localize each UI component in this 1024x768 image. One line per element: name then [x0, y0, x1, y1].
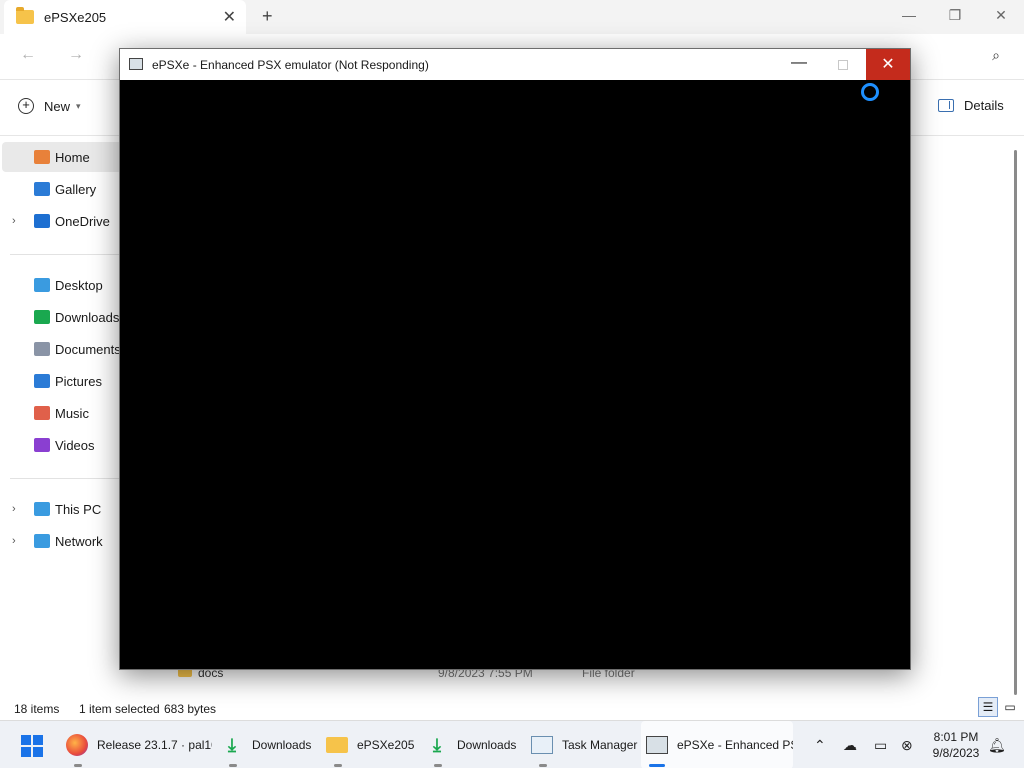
- details-pane-icon: [938, 99, 954, 112]
- volume-muted-icon[interactable]: ⊗: [901, 721, 913, 768]
- chevron-right-icon[interactable]: ›: [12, 503, 16, 515]
- scrollbar[interactable]: [1014, 150, 1017, 695]
- desktop-icon: [34, 278, 50, 292]
- close-tab-icon[interactable]: ✕: [223, 7, 236, 27]
- sidebar-item-label: Music: [55, 405, 89, 421]
- taskbar-item-task-manager[interactable]: Task Manager: [531, 721, 641, 768]
- active-indicator: [649, 764, 665, 767]
- epsxe-window[interactable]: ePSXe - Enhanced PSX emulator (Not Respo…: [119, 48, 911, 670]
- onedrive-offline-icon[interactable]: ☁: [843, 721, 857, 768]
- folder-icon: [16, 7, 34, 24]
- taskbar-item-firefox[interactable]: Release 23.1.7 · pal10(: [66, 721, 212, 768]
- search-icon[interactable]: ⌕: [992, 47, 1000, 64]
- chevron-down-icon: ▾: [76, 100, 81, 111]
- running-indicator: [334, 764, 342, 767]
- download-icon: [34, 310, 50, 324]
- chevron-right-icon[interactable]: ›: [12, 215, 16, 227]
- item-count: 18 items: [14, 702, 60, 716]
- maximize-icon[interactable]: [821, 51, 865, 79]
- selected-size: 683 bytes: [164, 702, 217, 716]
- pictures-icon: [34, 374, 50, 388]
- chevron-right-icon[interactable]: ›: [12, 535, 16, 547]
- sidebar-item-label: Desktop: [55, 277, 103, 293]
- sidebar-item-label: Gallery: [55, 181, 97, 197]
- videos-icon: [34, 438, 50, 452]
- running-indicator: [434, 764, 442, 767]
- computer-icon: [34, 502, 50, 516]
- details-button[interactable]: Details: [938, 98, 1004, 113]
- details-label: Details: [964, 98, 1004, 113]
- details-view-icon[interactable]: ☰: [978, 697, 998, 717]
- tab-title: ePSXe205: [44, 9, 107, 25]
- explorer-tab[interactable]: ePSXe205 ✕: [4, 0, 246, 34]
- taskbar-item-label: Task Manager: [562, 738, 638, 752]
- clock-time: 8:01 PM: [933, 730, 979, 744]
- show-hidden-icons-chevron-up-icon[interactable]: ⌃: [814, 721, 826, 768]
- close-icon[interactable]: ✕: [978, 0, 1024, 34]
- taskbar-item-label: ePSXe - Enhanced PS: [677, 738, 793, 752]
- running-indicator: [539, 764, 547, 767]
- taskbar-item-downloads-2[interactable]: ⤓ Downloads: [426, 721, 526, 768]
- new-label: New: [44, 98, 71, 114]
- music-icon: [34, 406, 50, 420]
- taskbar-item-explorer[interactable]: ePSXe205: [326, 721, 426, 768]
- taskbar: Release 23.1.7 · pal10( ⤓ Downloads ePSX…: [0, 720, 1024, 768]
- plus-icon: +: [18, 98, 34, 114]
- download-icon: ⤓: [228, 734, 236, 755]
- running-indicator: [74, 764, 82, 767]
- sidebar-item-label: Videos: [55, 437, 95, 453]
- taskbar-item-label: Downloads: [252, 738, 312, 752]
- taskbar-item-label: Release 23.1.7 · pal10(: [97, 738, 212, 752]
- gallery-icon: [34, 182, 50, 196]
- epsxe-title-bar[interactable]: ePSXe - Enhanced PSX emulator (Not Respo…: [120, 49, 910, 80]
- epsxe-icon: [646, 736, 668, 754]
- clock[interactable]: 8:01 PM 9/8/2023: [928, 729, 984, 761]
- sidebar-item-label: Pictures: [55, 373, 102, 389]
- taskbar-item-downloads-1[interactable]: ⤓ Downloads: [221, 721, 321, 768]
- folder-icon: [326, 737, 348, 753]
- forward-arrow-icon[interactable]: →: [68, 46, 84, 64]
- network-icon: [34, 534, 50, 548]
- download-icon: ⤓: [433, 734, 441, 755]
- busy-cursor-icon: [861, 83, 879, 101]
- documents-icon: [34, 342, 50, 356]
- task-manager-icon: [531, 736, 553, 754]
- new-tab-icon[interactable]: +: [262, 6, 273, 27]
- maximize-icon[interactable]: ❐: [932, 0, 978, 34]
- taskbar-item-label: ePSXe205: [357, 738, 415, 752]
- sidebar-item-label: Downloads: [55, 309, 120, 325]
- start-icon[interactable]: [21, 735, 43, 757]
- back-arrow-icon[interactable]: ←: [20, 46, 36, 64]
- sidebar-item-label: This PC: [55, 501, 102, 517]
- cloud-icon: [34, 214, 50, 228]
- firefox-icon: [66, 734, 88, 756]
- sidebar-item-label: OneDrive: [55, 213, 110, 229]
- view-switcher: ☰ ▭: [976, 697, 1020, 717]
- new-button[interactable]: + New ▾: [18, 98, 81, 114]
- home-icon: [34, 150, 50, 164]
- sidebar-item-label: Home: [55, 149, 90, 165]
- status-bar: 18 items 1 item selected 683 bytes ☰ ▭: [0, 697, 1024, 720]
- tiles-view-icon[interactable]: ▭: [1000, 697, 1020, 717]
- network-icon[interactable]: ▭: [874, 721, 887, 768]
- minimize-icon[interactable]: —: [777, 51, 821, 79]
- minimize-icon[interactable]: —: [886, 0, 932, 34]
- close-icon[interactable]: ✕: [866, 49, 910, 80]
- explorer-tab-bar: ePSXe205 ✕ + — ❐ ✕: [0, 0, 1024, 34]
- selected-count: 1 item selected: [79, 702, 160, 716]
- notification-bell-icon[interactable]: 🔔︎: [988, 721, 1006, 768]
- explorer-window-controls: — ❐ ✕: [886, 0, 1024, 34]
- sidebar-item-label: Network: [55, 533, 103, 549]
- sidebar-item-label: Documents: [55, 341, 121, 357]
- taskbar-item-epsxe[interactable]: ePSXe - Enhanced PS: [641, 721, 793, 768]
- epsxe-window-title: ePSXe - Enhanced PSX emulator (Not Respo…: [152, 58, 429, 72]
- taskbar-item-label: Downloads: [457, 738, 517, 752]
- running-indicator: [229, 764, 237, 767]
- epsxe-app-icon: [129, 58, 143, 70]
- clock-date: 9/8/2023: [932, 746, 980, 760]
